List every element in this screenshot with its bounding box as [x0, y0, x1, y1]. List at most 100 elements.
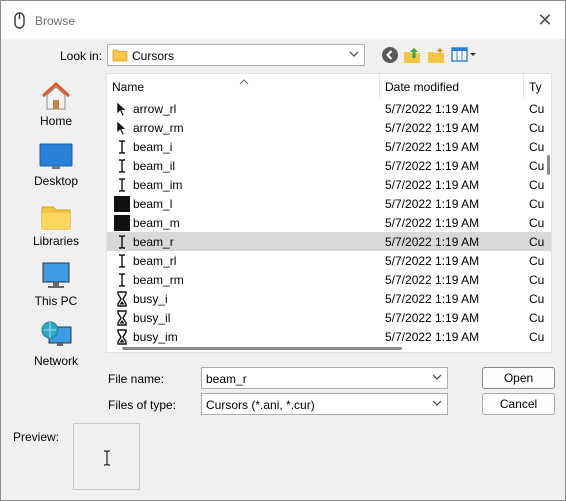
vertical-scrollbar[interactable]	[546, 73, 552, 353]
date-modified-cell: 5/7/2022 1:19 AM	[385, 235, 480, 249]
file-name-cell: beam_rl	[133, 254, 177, 268]
file-row[interactable]: beam_l 5/7/2022 1:19 AM Cu	[107, 194, 551, 213]
file-name-cell: beam_r	[133, 235, 174, 249]
cursor-hourglass-icon	[114, 329, 130, 345]
chevron-down-icon	[348, 48, 360, 60]
date-modified-cell: 5/7/2022 1:19 AM	[385, 178, 480, 192]
look-in-dropdown[interactable]: Cursors	[107, 44, 365, 66]
type-cell: Cu	[529, 178, 545, 192]
cursor-beam-icon	[114, 234, 130, 250]
date-modified-cell: 5/7/2022 1:19 AM	[385, 330, 480, 344]
new-folder-icon	[427, 46, 445, 67]
files-of-type-value: Cursors (*.ani, *.cur)	[206, 398, 315, 412]
file-rows: arrow_rl 5/7/2022 1:19 AM Cu arrow_rm 5/7/20…	[107, 99, 551, 346]
view-menu-icon	[451, 46, 477, 67]
up-folder-button[interactable]	[401, 45, 423, 67]
file-name-cell: arrow_rl	[133, 102, 177, 116]
file-name-input[interactable]: beam_r	[201, 367, 448, 389]
cursor-beam-icon	[114, 139, 130, 155]
type-cell: Cu	[529, 216, 545, 230]
folder-icon	[112, 48, 128, 62]
sort-ascending-icon	[239, 74, 249, 85]
files-of-type-dropdown[interactable]: Cursors (*.ani, *.cur)	[201, 393, 448, 415]
desktop-icon	[39, 139, 73, 173]
type-cell: Cu	[529, 102, 545, 116]
home-icon	[39, 79, 73, 113]
cursor-preview	[73, 423, 140, 490]
file-row[interactable]: beam_il 5/7/2022 1:19 AM Cu	[107, 156, 551, 175]
view-menu-button[interactable]	[451, 45, 477, 67]
file-row[interactable]: beam_im 5/7/2022 1:19 AM Cu	[107, 175, 551, 194]
file-name-value: beam_r	[206, 372, 247, 386]
column-divider[interactable]	[523, 74, 524, 98]
back-button[interactable]	[379, 45, 401, 67]
look-in-value: Cursors	[132, 49, 175, 63]
file-row[interactable]: arrow_rm 5/7/2022 1:19 AM Cu	[107, 118, 551, 137]
mouse-icon	[11, 11, 29, 31]
close-button[interactable]: ✕	[525, 1, 565, 39]
file-row[interactable]: busy_il 5/7/2022 1:19 AM Cu	[107, 308, 551, 327]
files-of-type-label: Files of type:	[108, 398, 177, 412]
place-home[interactable]: Home	[11, 79, 101, 135]
cancel-button-label: Cancel	[499, 397, 538, 411]
column-divider[interactable]	[379, 74, 380, 98]
new-folder-button[interactable]	[425, 45, 447, 67]
scrollbar-thumb[interactable]	[547, 155, 550, 175]
file-row[interactable]: arrow_rl 5/7/2022 1:19 AM Cu	[107, 99, 551, 118]
file-name-cell: arrow_rm	[133, 121, 184, 135]
file-row[interactable]: beam_rm 5/7/2022 1:19 AM Cu	[107, 270, 551, 289]
close-icon: ✕	[537, 9, 553, 30]
cancel-button[interactable]: Cancel	[482, 393, 555, 415]
file-row[interactable]: beam_r 5/7/2022 1:19 AM Cu	[107, 232, 551, 251]
file-row[interactable]: busy_im 5/7/2022 1:19 AM Cu	[107, 327, 551, 346]
column-header-date[interactable]: Date modified	[385, 80, 459, 94]
date-modified-cell: 5/7/2022 1:19 AM	[385, 311, 480, 325]
type-cell: Cu	[529, 140, 545, 154]
column-header-name[interactable]: Name	[112, 80, 144, 94]
up-folder-icon	[403, 46, 421, 67]
date-modified-cell: 5/7/2022 1:19 AM	[385, 292, 480, 306]
place-desktop[interactable]: Desktop	[11, 139, 101, 195]
file-row[interactable]: beam_i 5/7/2022 1:19 AM Cu	[107, 137, 551, 156]
file-list-header: Name Date modified Ty	[107, 74, 551, 98]
this-pc-icon	[39, 259, 73, 293]
cursor-beam-icon	[114, 158, 130, 174]
horizontal-scrollbar-thumb[interactable]	[122, 347, 402, 350]
type-cell: Cu	[529, 159, 545, 173]
preview-label: Preview:	[13, 430, 60, 444]
type-cell: Cu	[529, 121, 545, 135]
file-name-cell: beam_m	[133, 216, 180, 230]
file-name-cell: busy_i	[133, 292, 168, 306]
cursor-beam-icon	[114, 253, 130, 269]
place-label: Desktop	[33, 174, 79, 188]
file-row[interactable]: beam_m 5/7/2022 1:19 AM Cu	[107, 213, 551, 232]
open-button[interactable]: Open	[482, 367, 555, 389]
date-modified-cell: 5/7/2022 1:19 AM	[385, 159, 480, 173]
text-beam-cursor-icon	[102, 450, 112, 469]
file-name-cell: beam_il	[133, 159, 176, 173]
type-cell: Cu	[529, 273, 545, 287]
place-label: This PC	[34, 294, 78, 308]
window-title: Browse	[35, 14, 76, 28]
place-this-pc[interactable]: This PC	[11, 259, 101, 315]
open-button-label: Open	[503, 371, 534, 385]
browse-dialog: Browse ✕ Look in: Cursors Home Desktop L…	[0, 0, 566, 501]
chevron-down-icon	[431, 397, 443, 409]
file-list[interactable]: Name Date modified Ty arrow_rl 5/7/2022 1…	[106, 73, 552, 353]
file-name-cell: beam_i	[133, 140, 173, 154]
place-libraries[interactable]: Libraries	[11, 199, 101, 255]
type-cell: Cu	[529, 254, 545, 268]
file-row[interactable]: busy_i 5/7/2022 1:19 AM Cu	[107, 289, 551, 308]
look-in-label: Look in:	[60, 49, 103, 63]
libraries-icon	[39, 199, 73, 233]
file-name-cell: beam_l	[133, 197, 173, 211]
date-modified-cell: 5/7/2022 1:19 AM	[385, 140, 480, 154]
file-row[interactable]: beam_rl 5/7/2022 1:19 AM Cu	[107, 251, 551, 270]
chevron-down-icon[interactable]	[431, 371, 443, 383]
date-modified-cell: 5/7/2022 1:19 AM	[385, 216, 480, 230]
cursor-arrow-icon	[114, 120, 130, 136]
place-network[interactable]: Network	[11, 319, 101, 375]
file-name-cell: busy_im	[133, 330, 178, 344]
column-header-type[interactable]: Ty	[529, 80, 542, 94]
cursor-hourglass-icon	[114, 310, 130, 326]
